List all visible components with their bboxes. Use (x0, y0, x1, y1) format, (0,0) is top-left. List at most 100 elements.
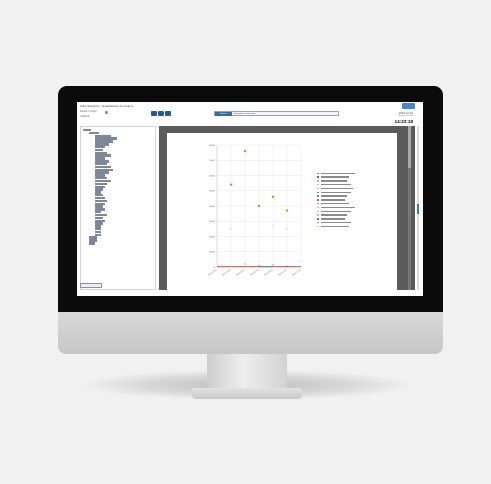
screen: Administración · Estadísticas de Grupos … (77, 102, 423, 296)
x-tick-label: 2016-03-01 (222, 269, 232, 277)
legend-entry (317, 221, 392, 224)
legend-swatch (317, 187, 320, 190)
legend-swatch (317, 199, 320, 201)
legend-label (320, 176, 349, 178)
y-tick-label: 80000 (209, 145, 216, 147)
apply-filter-button[interactable] (80, 283, 102, 288)
legend-label (320, 218, 345, 220)
refresh-icon[interactable] (165, 111, 171, 116)
legend-entry (317, 225, 392, 228)
logo-icon (402, 103, 415, 109)
legend-label (320, 214, 347, 216)
legend-label (320, 210, 351, 212)
tree-item[interactable] (89, 131, 99, 135)
data-point (257, 204, 261, 208)
data-point (244, 263, 246, 265)
data-point (272, 264, 274, 266)
search-input[interactable]: Navegación por grupo (234, 113, 256, 115)
tree-item[interactable] (95, 213, 107, 217)
legend-swatch (317, 218, 320, 220)
legend-entry (317, 187, 392, 190)
legend-entry (317, 218, 392, 221)
legend-entry (317, 202, 392, 205)
legend-swatch (317, 191, 320, 194)
y-tick-label: 0 (214, 267, 216, 269)
legend-swatch (317, 180, 320, 182)
legend-entry (317, 191, 392, 194)
data-point (243, 149, 247, 153)
data-point (285, 209, 289, 212)
tree-panel (80, 126, 156, 290)
y-tick-label: 10000 (209, 252, 216, 254)
tree-item[interactable] (95, 230, 101, 234)
user-status: Sesión iniciada (398, 115, 413, 117)
app-title: Administración · Estadísticas de Grupos (80, 104, 134, 108)
legend-entry (317, 199, 392, 202)
legend-label (320, 172, 355, 174)
x-tick-label: 2016-07-01 (250, 269, 260, 277)
legend-label (320, 195, 347, 197)
arrow-left-icon[interactable] (151, 111, 157, 116)
tree-list (83, 129, 155, 245)
legend-label (320, 184, 351, 186)
x-tick-label: 2016-12-01 (292, 269, 302, 277)
y-tick-label: 50000 (209, 191, 216, 193)
tree-item[interactable] (95, 216, 103, 220)
tree-item[interactable] (95, 162, 107, 166)
monitor-stand-base (192, 388, 302, 399)
search-field[interactable]: Buscar Navegación por grupo (214, 111, 339, 116)
x-tick-label: 2016-11-01 (278, 269, 288, 277)
tree-item[interactable] (95, 182, 107, 186)
y-tick-label: 20000 (209, 236, 216, 238)
legend-entry (317, 176, 392, 179)
filter-label-order: Ordenar (80, 115, 90, 118)
monitor-stand (207, 354, 287, 390)
arrow-right-icon[interactable] (158, 111, 164, 116)
legend-entry (317, 180, 392, 183)
chart-legend (317, 172, 392, 232)
report-viewer: 80000 70000 60000 50000 40000 30000 20000 10000… (159, 126, 415, 290)
y-tick-label: 60000 (209, 175, 216, 177)
data-point (286, 265, 288, 267)
tree-item[interactable] (95, 179, 111, 183)
viewer-scrollbar[interactable] (408, 126, 411, 290)
legend-label (320, 180, 347, 182)
legend-swatch (317, 221, 320, 224)
filter-label-date: Fecha / Grupo (80, 110, 97, 113)
legend-entry (317, 206, 392, 209)
legend-entry (317, 214, 392, 217)
data-point (258, 264, 260, 267)
legend-entry (317, 183, 392, 186)
legend-label (320, 203, 349, 205)
x-tick-labels: 2016-01-01 2016-03-01 2016-05-01 2016-07-01… (208, 269, 302, 277)
legend-swatch (317, 195, 320, 197)
tree-item[interactable] (95, 196, 105, 200)
legend-entry (317, 172, 392, 175)
tree-item[interactable] (89, 242, 95, 245)
tree-item[interactable] (95, 165, 111, 169)
monitor-chin (58, 312, 443, 354)
y-tick-label: 70000 (209, 160, 216, 162)
search-button[interactable]: Buscar (215, 112, 232, 116)
tree-item[interactable] (95, 199, 107, 203)
legend-swatch (317, 172, 320, 175)
filter-checkbox[interactable] (105, 110, 108, 114)
current-time: 14:23:18 (394, 119, 413, 124)
data-point (229, 183, 233, 186)
legend-swatch (317, 225, 320, 228)
x-tick-label: 2016-05-01 (236, 269, 246, 277)
data-point (230, 228, 232, 230)
legend-label (320, 187, 353, 190)
legend-swatch (317, 176, 320, 178)
right-toolbar-marker[interactable] (417, 204, 419, 214)
legend-label (320, 206, 355, 209)
scroll-thumb[interactable] (408, 126, 411, 168)
x-tick-label: 2016-01-01 (208, 269, 218, 277)
report-page: 80000 70000 60000 50000 40000 30000 20000 10000… (167, 133, 397, 290)
tree-item[interactable] (95, 148, 103, 152)
legend-swatch (317, 183, 320, 186)
y-tick-label: 30000 (209, 221, 216, 223)
legend-swatch (317, 202, 320, 205)
data-point (272, 225, 274, 227)
legend-label (320, 199, 345, 201)
